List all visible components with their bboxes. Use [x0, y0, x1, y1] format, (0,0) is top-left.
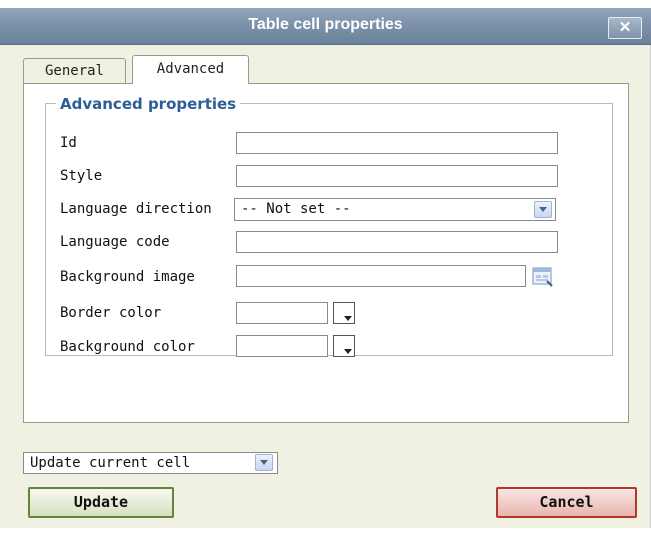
language-direction-value: -- Not set -- [241, 201, 351, 217]
update-scope-select[interactable]: Update current cell [23, 452, 278, 474]
language-code-field[interactable] [236, 231, 558, 253]
chevron-down-icon[interactable] [534, 201, 552, 218]
browse-image-icon[interactable] [532, 266, 554, 288]
style-field[interactable] [236, 165, 558, 187]
background-image-label: Background image [60, 269, 195, 285]
update-scope-value: Update current cell [30, 455, 191, 471]
cancel-button[interactable]: Cancel [496, 487, 637, 518]
background-color-field[interactable] [236, 335, 328, 357]
dialog-title: Table cell properties [248, 16, 403, 33]
background-image-field[interactable] [236, 265, 526, 287]
language-code-label: Language code [60, 234, 170, 250]
background-page-strip [0, 0, 651, 8]
fieldset-legend: Advanced properties [56, 95, 241, 113]
language-direction-label: Language direction [60, 201, 212, 217]
style-label: Style [60, 168, 103, 184]
language-direction-select[interactable]: -- Not set -- [234, 198, 556, 221]
border-color-field[interactable] [236, 302, 328, 324]
close-button[interactable]: ✕ [608, 17, 642, 39]
background-color-label: Background color [60, 339, 195, 355]
border-color-label: Border color [60, 305, 162, 321]
id-field[interactable] [236, 132, 558, 154]
dialog-titlebar[interactable]: Table cell properties ✕ [0, 8, 651, 45]
chevron-down-icon[interactable] [255, 454, 273, 471]
background-color-picker-icon[interactable] [333, 335, 355, 357]
id-label: Id [60, 135, 77, 151]
update-button[interactable]: Update [28, 487, 174, 518]
border-color-picker-icon[interactable] [333, 302, 355, 324]
tab-general[interactable]: General [23, 58, 126, 83]
tab-advanced[interactable]: Advanced [132, 55, 249, 84]
